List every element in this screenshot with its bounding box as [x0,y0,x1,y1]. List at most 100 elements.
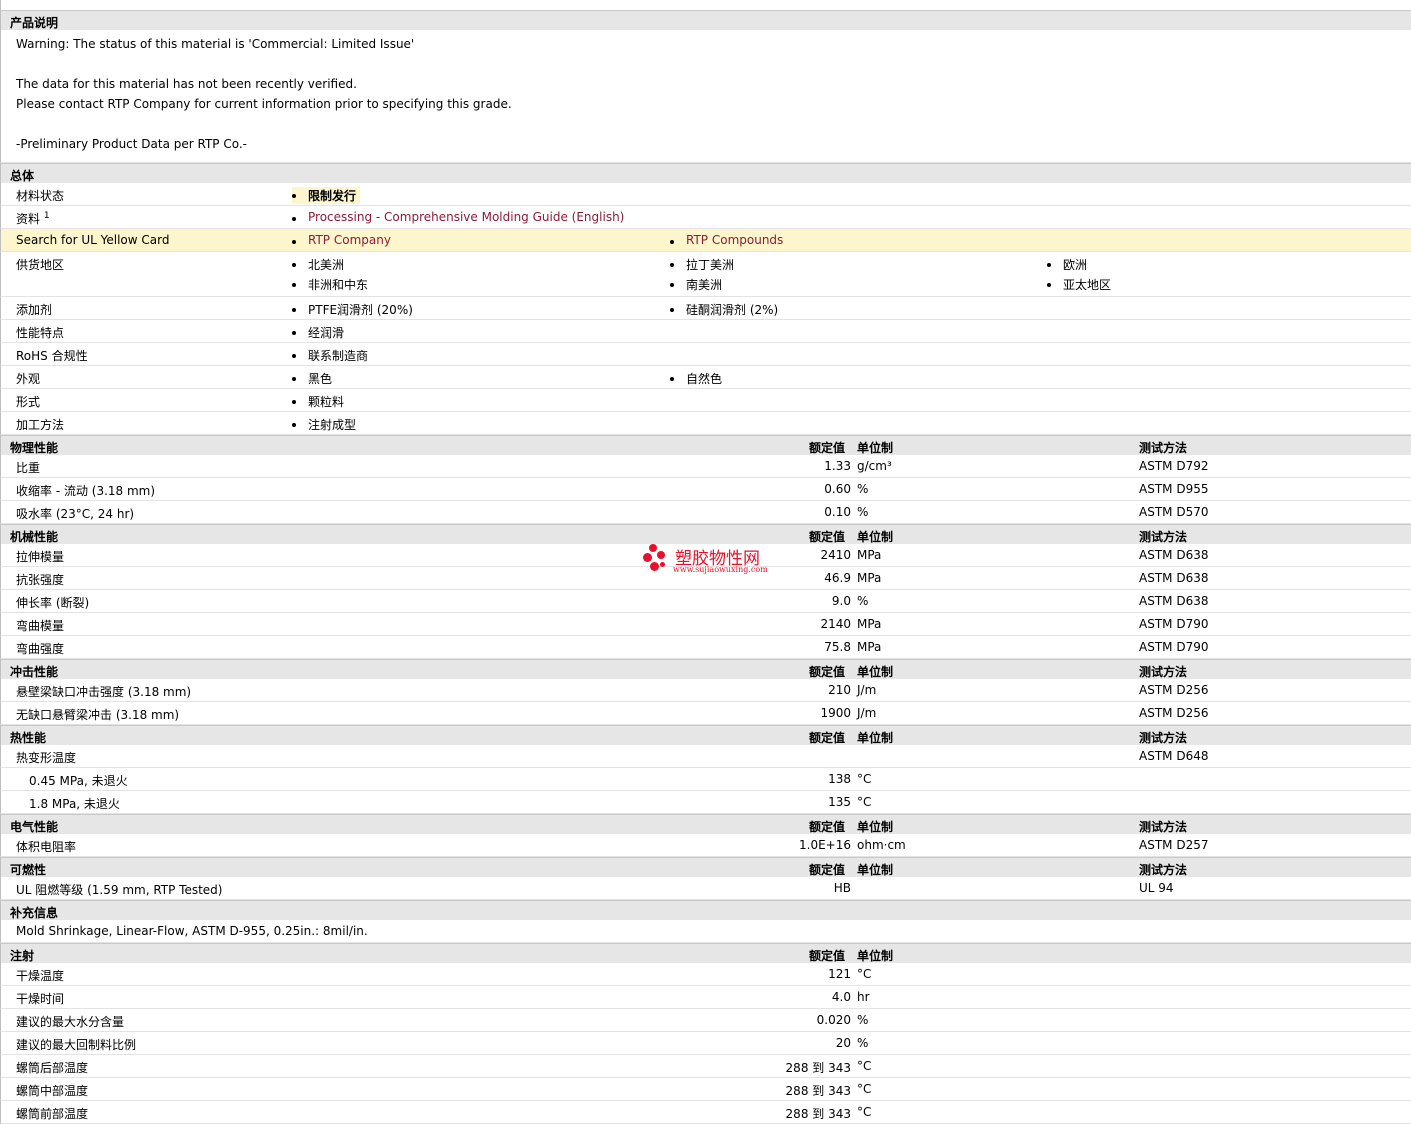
list-item: 联系制造商 [292,347,368,364]
property-row: 干燥温度 121 °C [0,963,1411,986]
description-line: Please contact RTP Company for current i… [16,97,512,111]
test-method: ASTM D638 [1139,548,1209,562]
list-item: 自然色 [670,370,722,387]
property-label: 1.8 MPa, 未退火 [29,797,120,811]
link-item[interactable]: RTP Compounds [670,233,783,247]
property-value: 9.0 [831,594,851,608]
section-header: 物理性能 额定值 单位制 测试方法 [0,435,1411,455]
section-title: 补充信息 [10,906,59,920]
test-method: ASTM D790 [1139,640,1209,654]
test-method: ASTM D792 [1139,459,1209,473]
list-item: 南美洲 [670,276,722,293]
property-value: 138 [828,772,851,786]
property-unit: % [857,1013,869,1027]
property-value: 121 [828,967,851,981]
description-line [16,114,1411,134]
section-title: 注射 [10,949,35,963]
property-row: 弯曲模量 2140 MPa ASTM D790 [0,613,1411,636]
property-label: 弯曲模量 [16,619,65,633]
section-title: 电气性能 [10,820,59,834]
list-item: 拉丁美洲 [670,256,734,273]
column-header-method: 测试方法 [1139,665,1188,679]
property-value: 1.33 [824,459,851,473]
column-header-value: 额定值 [809,949,846,963]
column-header-method: 测试方法 [1139,863,1188,877]
section-title: 冲击性能 [10,665,59,679]
property-label: 性能特点 [16,326,65,340]
list-item: 黑色 [292,370,332,387]
property-label: 加工方法 [16,418,65,432]
list-item: 欧洲 [1047,256,1087,273]
section-header: 冲击性能 额定值 单位制 测试方法 [0,659,1411,679]
property-unit: % [857,594,869,608]
list-item: PTFE润滑剂 (20%) [292,301,413,318]
property-value: 288 到 343 [785,1084,851,1098]
list-item: 北美洲 [292,256,344,273]
section-header: 总体 [0,163,1411,183]
test-method: ASTM D638 [1139,594,1209,608]
column-header-unit: 单位制 [857,441,894,455]
property-row: 螺筒后部温度 288 到 343 °C [0,1055,1411,1078]
property-unit: °C [857,795,872,809]
property-label: 干燥温度 [16,969,65,983]
property-label: 建议的最大水分含量 [16,1015,125,1029]
property-unit: MPa [857,640,882,654]
property-unit: % [857,482,869,496]
property-unit: % [857,505,869,519]
test-method: ASTM D648 [1139,749,1209,763]
property-value: 4.0 [831,990,851,1004]
property-label: 伸长率 (断裂) [16,596,90,610]
property-value: 20 [835,1036,851,1050]
property-unit: MPa [857,571,882,585]
general-row: 外观 黑色 自然色 [0,366,1411,389]
column-header-method: 测试方法 [1139,441,1188,455]
test-method: ASTM D955 [1139,482,1209,496]
section-title: 总体 [10,169,35,183]
property-label: 比重 [16,461,41,475]
property-label: 吸水率 (23°C, 24 hr) [16,507,135,521]
supplement-row: Mold Shrinkage, Linear-Flow, ASTM D-955,… [0,920,1411,943]
property-label: 形式 [16,395,41,409]
property-label: 螺筒后部温度 [16,1061,89,1075]
column-header-value: 额定值 [809,665,846,679]
property-label: UL 阻燃等级 (1.59 mm, RTP Tested) [16,883,223,897]
property-label: 外观 [16,372,41,386]
test-method: ASTM D256 [1139,683,1209,697]
footnote-marker: 1 [43,211,50,221]
section-title: 可燃性 [10,863,47,877]
property-row: 吸水率 (23°C, 24 hr) 0.10% ASTM D570 [0,501,1411,524]
property-row: 弯曲强度 75.8 MPa ASTM D790 [0,636,1411,659]
supplement-text: Mold Shrinkage, Linear-Flow, ASTM D-955,… [16,924,368,938]
section-title: 热性能 [10,731,47,745]
property-label: 弯曲强度 [16,642,65,656]
property-label: 抗张强度 [16,573,65,587]
property-row: 建议的最大回制料比例 20% [0,1032,1411,1055]
test-method: UL 94 [1139,881,1174,895]
property-value: 2140 [820,617,851,631]
property-label: 干燥时间 [16,992,65,1006]
property-value: 75.8 [824,640,851,654]
column-header-unit: 单位制 [857,949,894,963]
property-row: 伸长率 (断裂) 9.0% ASTM D638 [0,590,1411,613]
property-label: 拉伸模量 [16,550,65,564]
property-label: 无缺口悬臂梁冲击 (3.18 mm) [16,708,180,722]
general-row: 供货地区 北美洲 非洲和中东 拉丁美洲 南美洲 欧洲 亚太地区 [0,252,1411,297]
property-unit: °C [857,1082,872,1096]
general-row: 形式 颗粒料 [0,389,1411,412]
property-row: 干燥时间 4.0 hr [0,986,1411,1009]
column-header-unit: 单位制 [857,530,894,544]
list-item: 经润滑 [292,324,344,341]
link-item[interactable]: Processing - Comprehensive Molding Guide… [292,210,624,224]
property-row: 收缩率 - 流动 (3.18 mm) 0.60% ASTM D955 [0,478,1411,501]
property-label: 供货地区 [16,258,65,272]
property-label: RoHS 合规性 [16,349,88,363]
list-item: 颗粒料 [292,393,344,410]
section-header: 可燃性 额定值 单位制 测试方法 [0,857,1411,877]
link-item[interactable]: RTP Company [292,233,391,247]
column-header-unit: 单位制 [857,863,894,877]
product-description: Warning: The status of this material is … [0,30,1411,163]
property-unit: ohm·cm [857,838,906,852]
property-label: 螺筒前部温度 [16,1107,89,1121]
property-label: 资料 1 [16,211,50,226]
description-line: -Preliminary Product Data per RTP Co.- [16,137,247,151]
